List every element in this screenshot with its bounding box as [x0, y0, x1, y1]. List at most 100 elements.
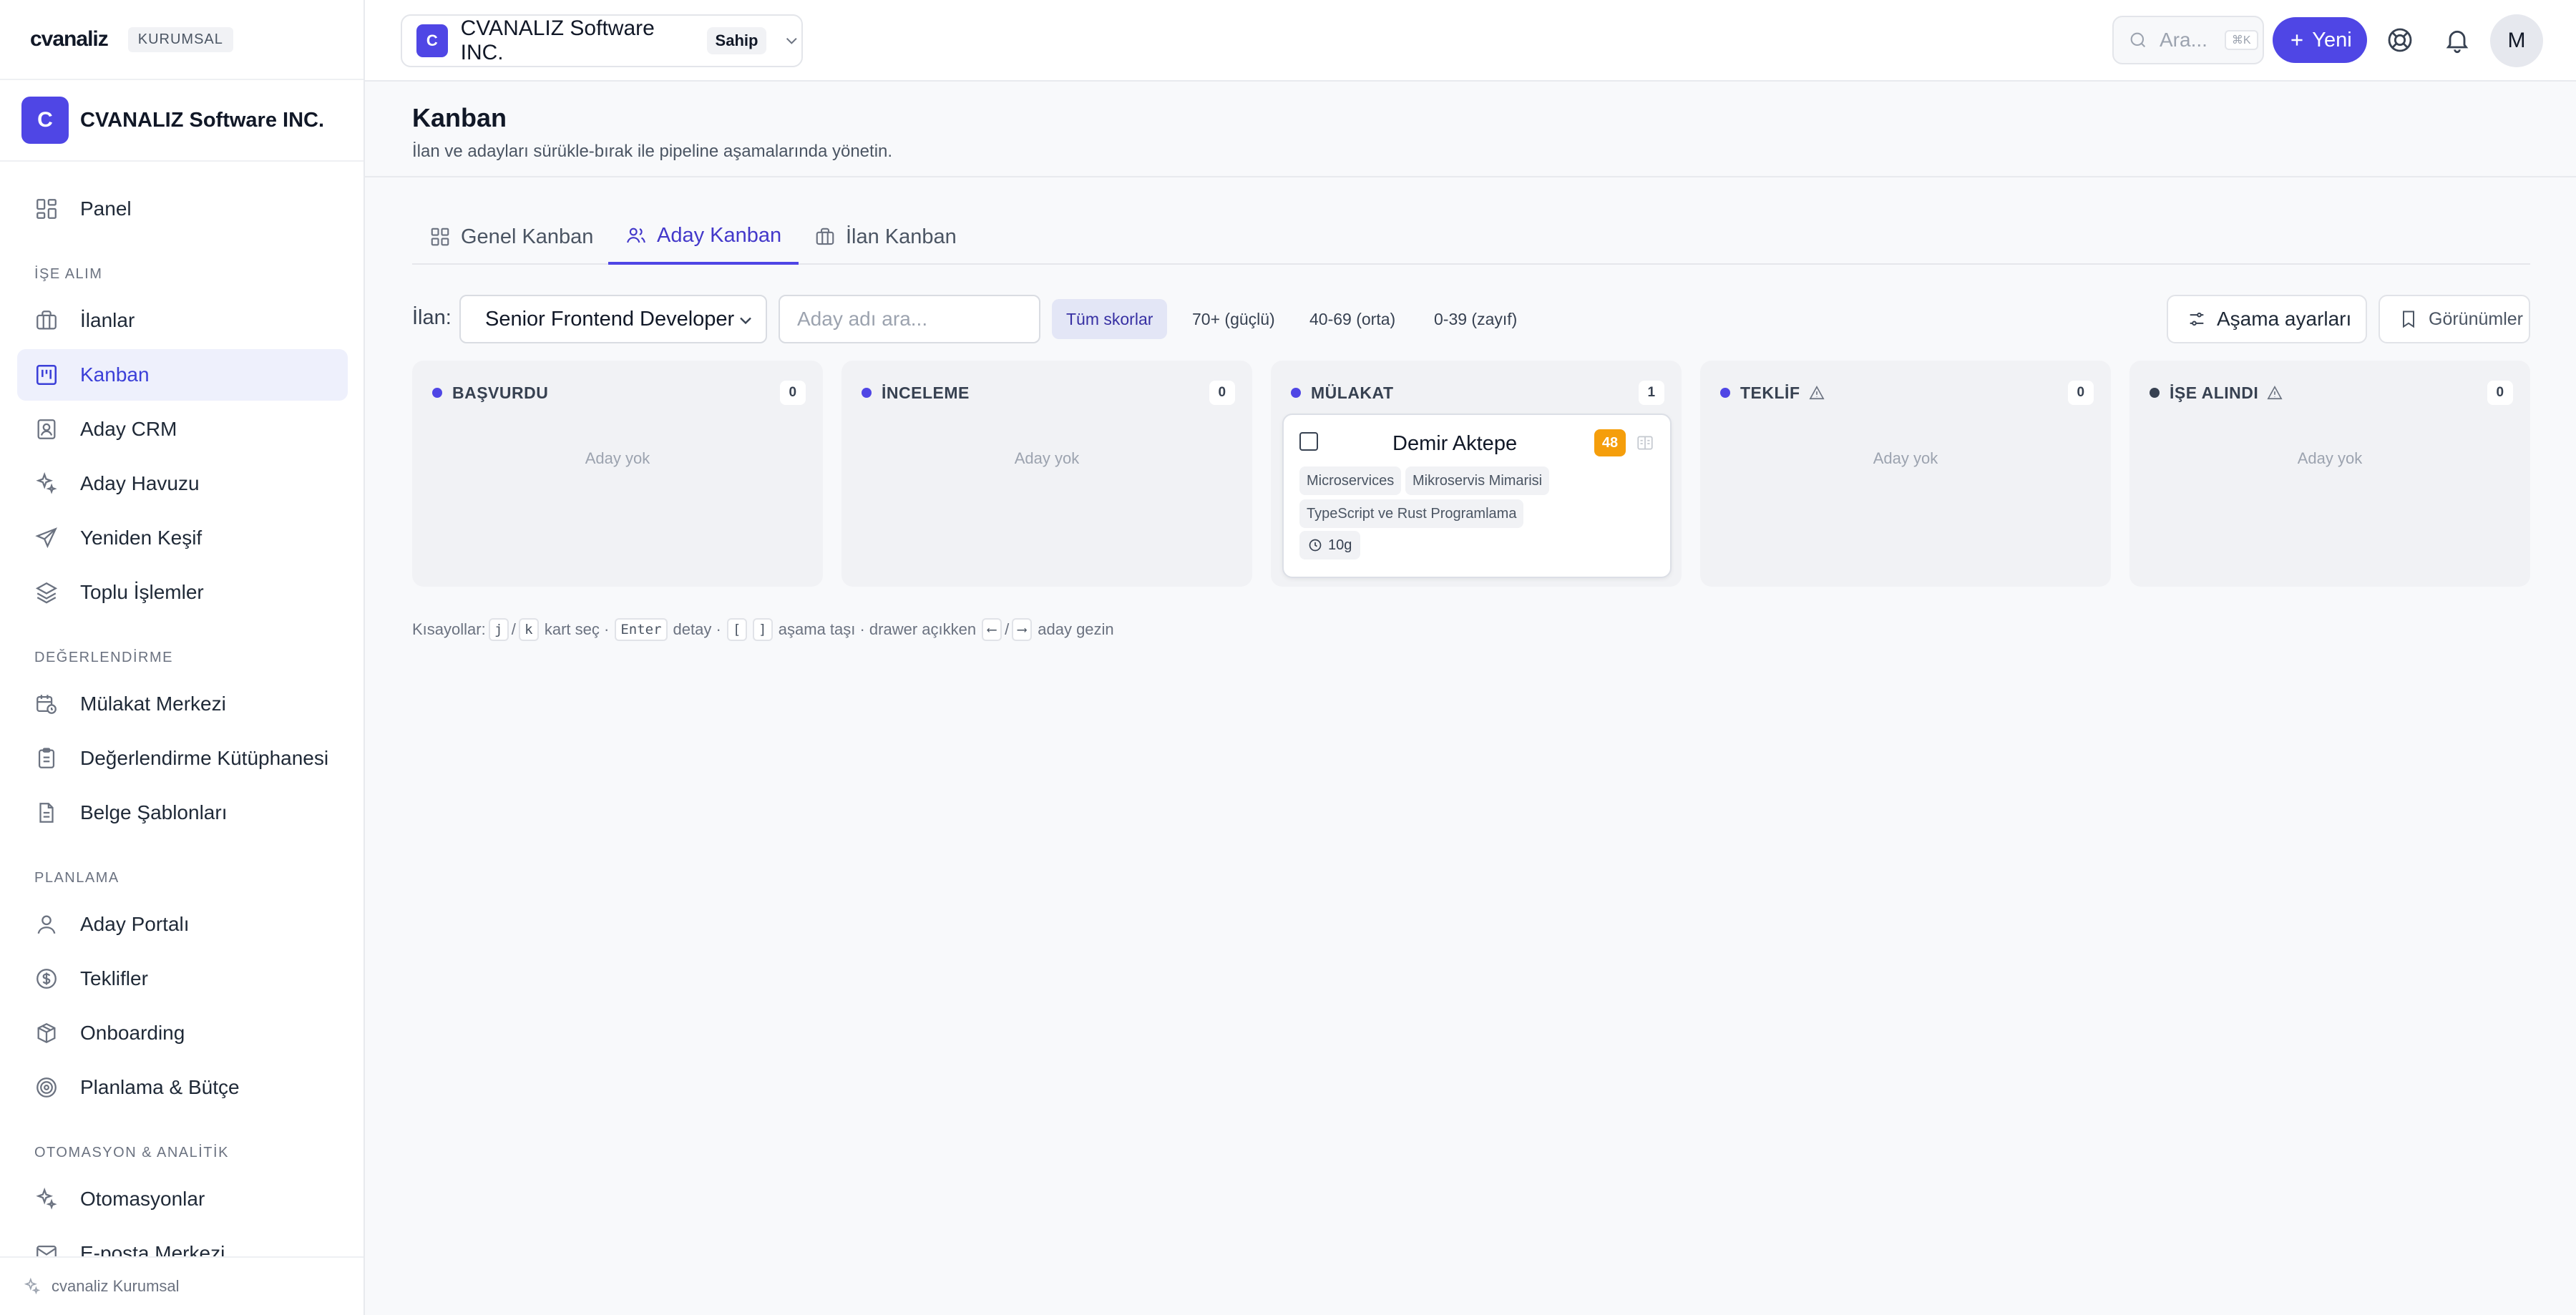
kanban-tabs: Genel Kanban Aday Kanban İlan Kanban — [412, 209, 2530, 265]
sidebar-item-label: Planlama & Bütçe — [80, 1076, 240, 1098]
column-empty-text: Aday yok — [585, 449, 650, 467]
page-subtitle: İlan ve adayları sürükle-bırak ile pipel… — [412, 142, 893, 161]
target-icon — [36, 1077, 57, 1098]
dollar-circle-icon — [36, 969, 57, 989]
kanban-column-ise-alindi[interactable]: İŞE ALINDI 0 Aday yok — [2129, 361, 2530, 587]
brand-logo[interactable]: cvanaliz — [30, 27, 109, 52]
column-header: MÜLAKAT 1 — [1291, 376, 1664, 409]
sidebar-item-toplu-islemler[interactable]: Toplu İşlemler — [17, 567, 348, 618]
briefcase-icon — [36, 311, 57, 330]
briefcase-icon — [816, 228, 834, 245]
sidebar-item-teklifler[interactable]: Teklifler — [17, 953, 348, 1004]
column-title: İŞE ALINDI — [2170, 383, 2259, 402]
sidebar-item-planlama-butce[interactable]: Planlama & Bütçe — [17, 1062, 348, 1113]
sidebar-item-onboarding[interactable]: Onboarding — [17, 1007, 348, 1059]
candidate-search-input[interactable]: Aday adı ara... — [779, 295, 1040, 343]
score-chip-strong[interactable]: 70+ (güçlü) — [1178, 299, 1289, 339]
org-switcher[interactable]: C CVANALIZ Software INC. Sahip — [401, 14, 803, 67]
sidebar-item-aday-havuzu[interactable]: Aday Havuzu — [17, 458, 348, 509]
clock-icon — [1309, 539, 1322, 552]
score-badge: 48 — [1594, 429, 1626, 456]
score-chip-medium[interactable]: 40-69 (orta) — [1295, 299, 1410, 339]
column-title: İNCELEME — [882, 383, 970, 402]
score-chip-weak[interactable]: 0-39 (zayıf) — [1420, 299, 1531, 339]
shortcut-sep: / — [511, 620, 516, 638]
sidebar-item-aday-portali[interactable]: Aday Portalı — [17, 899, 348, 950]
card-select-checkbox[interactable] — [1299, 432, 1318, 451]
sidebar-item-label: E-posta Merkezi — [80, 1242, 225, 1256]
dashboard-icon — [36, 199, 57, 219]
kanban-column-basvurdu[interactable]: BAŞVURDU 0 Aday yok — [412, 361, 823, 587]
user-icon — [37, 915, 56, 934]
footer-label: cvanaliz Kurumsal — [52, 1277, 180, 1295]
skill-tag: TypeScript ve Rust Programlama — [1299, 499, 1524, 528]
tab-aday-kanban[interactable]: Aday Kanban — [608, 209, 799, 265]
compare-icon[interactable] — [1636, 434, 1654, 452]
chevron-down-icon — [740, 317, 751, 325]
shortcut-key-left-arrow: ⟵ — [982, 618, 1002, 641]
shortcut-text: aday gezin — [1038, 620, 1114, 638]
tab-genel-kanban[interactable]: Genel Kanban — [412, 209, 610, 265]
shortcut-key-j: j — [488, 618, 509, 641]
candidate-name[interactable]: Demir Aktepe — [1392, 432, 1517, 456]
help-icon[interactable] — [2386, 26, 2414, 54]
column-empty-text: Aday yok — [1014, 449, 1080, 467]
search-placeholder: Ara... — [2160, 29, 2207, 51]
bell-icon[interactable] — [2443, 26, 2472, 54]
sidebar-item-eposta-merkezi[interactable]: E-posta Merkezi — [17, 1228, 348, 1256]
users-icon — [627, 228, 645, 243]
clipboard-icon — [38, 748, 55, 768]
section-title-planning: PLANLAMA — [34, 870, 119, 886]
sidebar-item-panel[interactable]: Panel — [17, 183, 348, 235]
warning-icon — [1808, 386, 1825, 400]
sparkles-icon — [24, 1277, 41, 1295]
keyboard-shortcuts-hint: Kısayollar: j / k kart seç · Enter detay… — [412, 617, 1117, 642]
brand-row: cvanaliz KURUMSAL — [0, 0, 364, 80]
views-button[interactable]: Görünümler — [2379, 295, 2530, 343]
sidebar-item-yeniden-kesif[interactable]: Yeniden Keşif — [17, 512, 348, 564]
sidebar-item-label: Belge Şablonları — [80, 801, 228, 823]
column-dot — [432, 388, 442, 398]
sidebar-item-label: Aday CRM — [80, 418, 177, 440]
candidate-card[interactable]: Demir Aktepe 48 Microservices Mikroservi… — [1282, 414, 1672, 578]
kanban-column-inceleme[interactable]: İNCELEME 0 Aday yok — [841, 361, 1252, 587]
column-title: MÜLAKAT — [1311, 383, 1394, 402]
candidate-search-placeholder: Aday adı ara... — [797, 308, 928, 330]
column-count: 0 — [780, 381, 806, 405]
sidebar-item-ilanlar[interactable]: İlanlar — [17, 295, 348, 346]
sidebar-nav: Panel İŞE ALIM İlanlar Kanban Aday CRM A… — [0, 162, 364, 1256]
column-count: 0 — [2487, 381, 2513, 405]
kanban-column-teklif[interactable]: TEKLİF 0 Aday yok — [1700, 361, 2111, 587]
column-title: BAŞVURDU — [452, 383, 549, 402]
org-row[interactable]: C CVANALIZ Software INC. — [0, 80, 364, 162]
column-count: 1 — [1639, 381, 1664, 405]
sidebar-item-degerlendirme-kutuphanesi[interactable]: Değerlendirme Kütüphanesi — [17, 733, 348, 784]
sidebar-footer[interactable]: cvanaliz Kurumsal — [0, 1256, 364, 1315]
score-chip-all[interactable]: Tüm skorlar — [1052, 299, 1168, 339]
sidebar-item-belge-sablonlari[interactable]: Belge Şablonları — [17, 787, 348, 839]
column-empty-text: Aday yok — [1873, 449, 1938, 467]
sidebar-item-mulakat-merkezi[interactable]: Mülakat Merkezi — [17, 678, 348, 730]
sidebar-item-label: Aday Portalı — [80, 913, 190, 935]
user-avatar[interactable]: M — [2490, 14, 2543, 67]
column-title: TEKLİF — [1740, 383, 1800, 402]
search-icon — [2130, 32, 2146, 48]
bookmark-icon — [2403, 311, 2414, 328]
sliders-icon — [2190, 312, 2204, 326]
sidebar-item-otomasyonlar[interactable]: Otomasyonlar — [17, 1173, 348, 1225]
global-search[interactable]: Ara... ⌘K — [2112, 16, 2264, 64]
sidebar-item-kanban[interactable]: Kanban — [17, 349, 348, 401]
sidebar: cvanaliz KURUMSAL C CVANALIZ Software IN… — [0, 0, 365, 1315]
column-dot — [862, 388, 872, 398]
role-badge: Sahip — [706, 27, 767, 54]
job-select[interactable]: Senior Frontend Developer — [459, 295, 767, 343]
shortcut-sep: / — [1005, 620, 1010, 638]
sidebar-item-aday-crm[interactable]: Aday CRM — [17, 404, 348, 455]
stage-settings-button[interactable]: Aşama ayarları — [2167, 295, 2367, 343]
new-button[interactable]: Yeni — [2273, 17, 2367, 63]
sidebar-item-label: Mülakat Merkezi — [80, 693, 226, 715]
shortcut-prefix: Kısayollar: — [412, 620, 486, 638]
warning-icon — [2267, 386, 2283, 400]
section-title-automation: OTOMASYON & ANALİTİK — [34, 1145, 229, 1160]
tab-ilan-kanban[interactable]: İlan Kanban — [797, 209, 974, 265]
